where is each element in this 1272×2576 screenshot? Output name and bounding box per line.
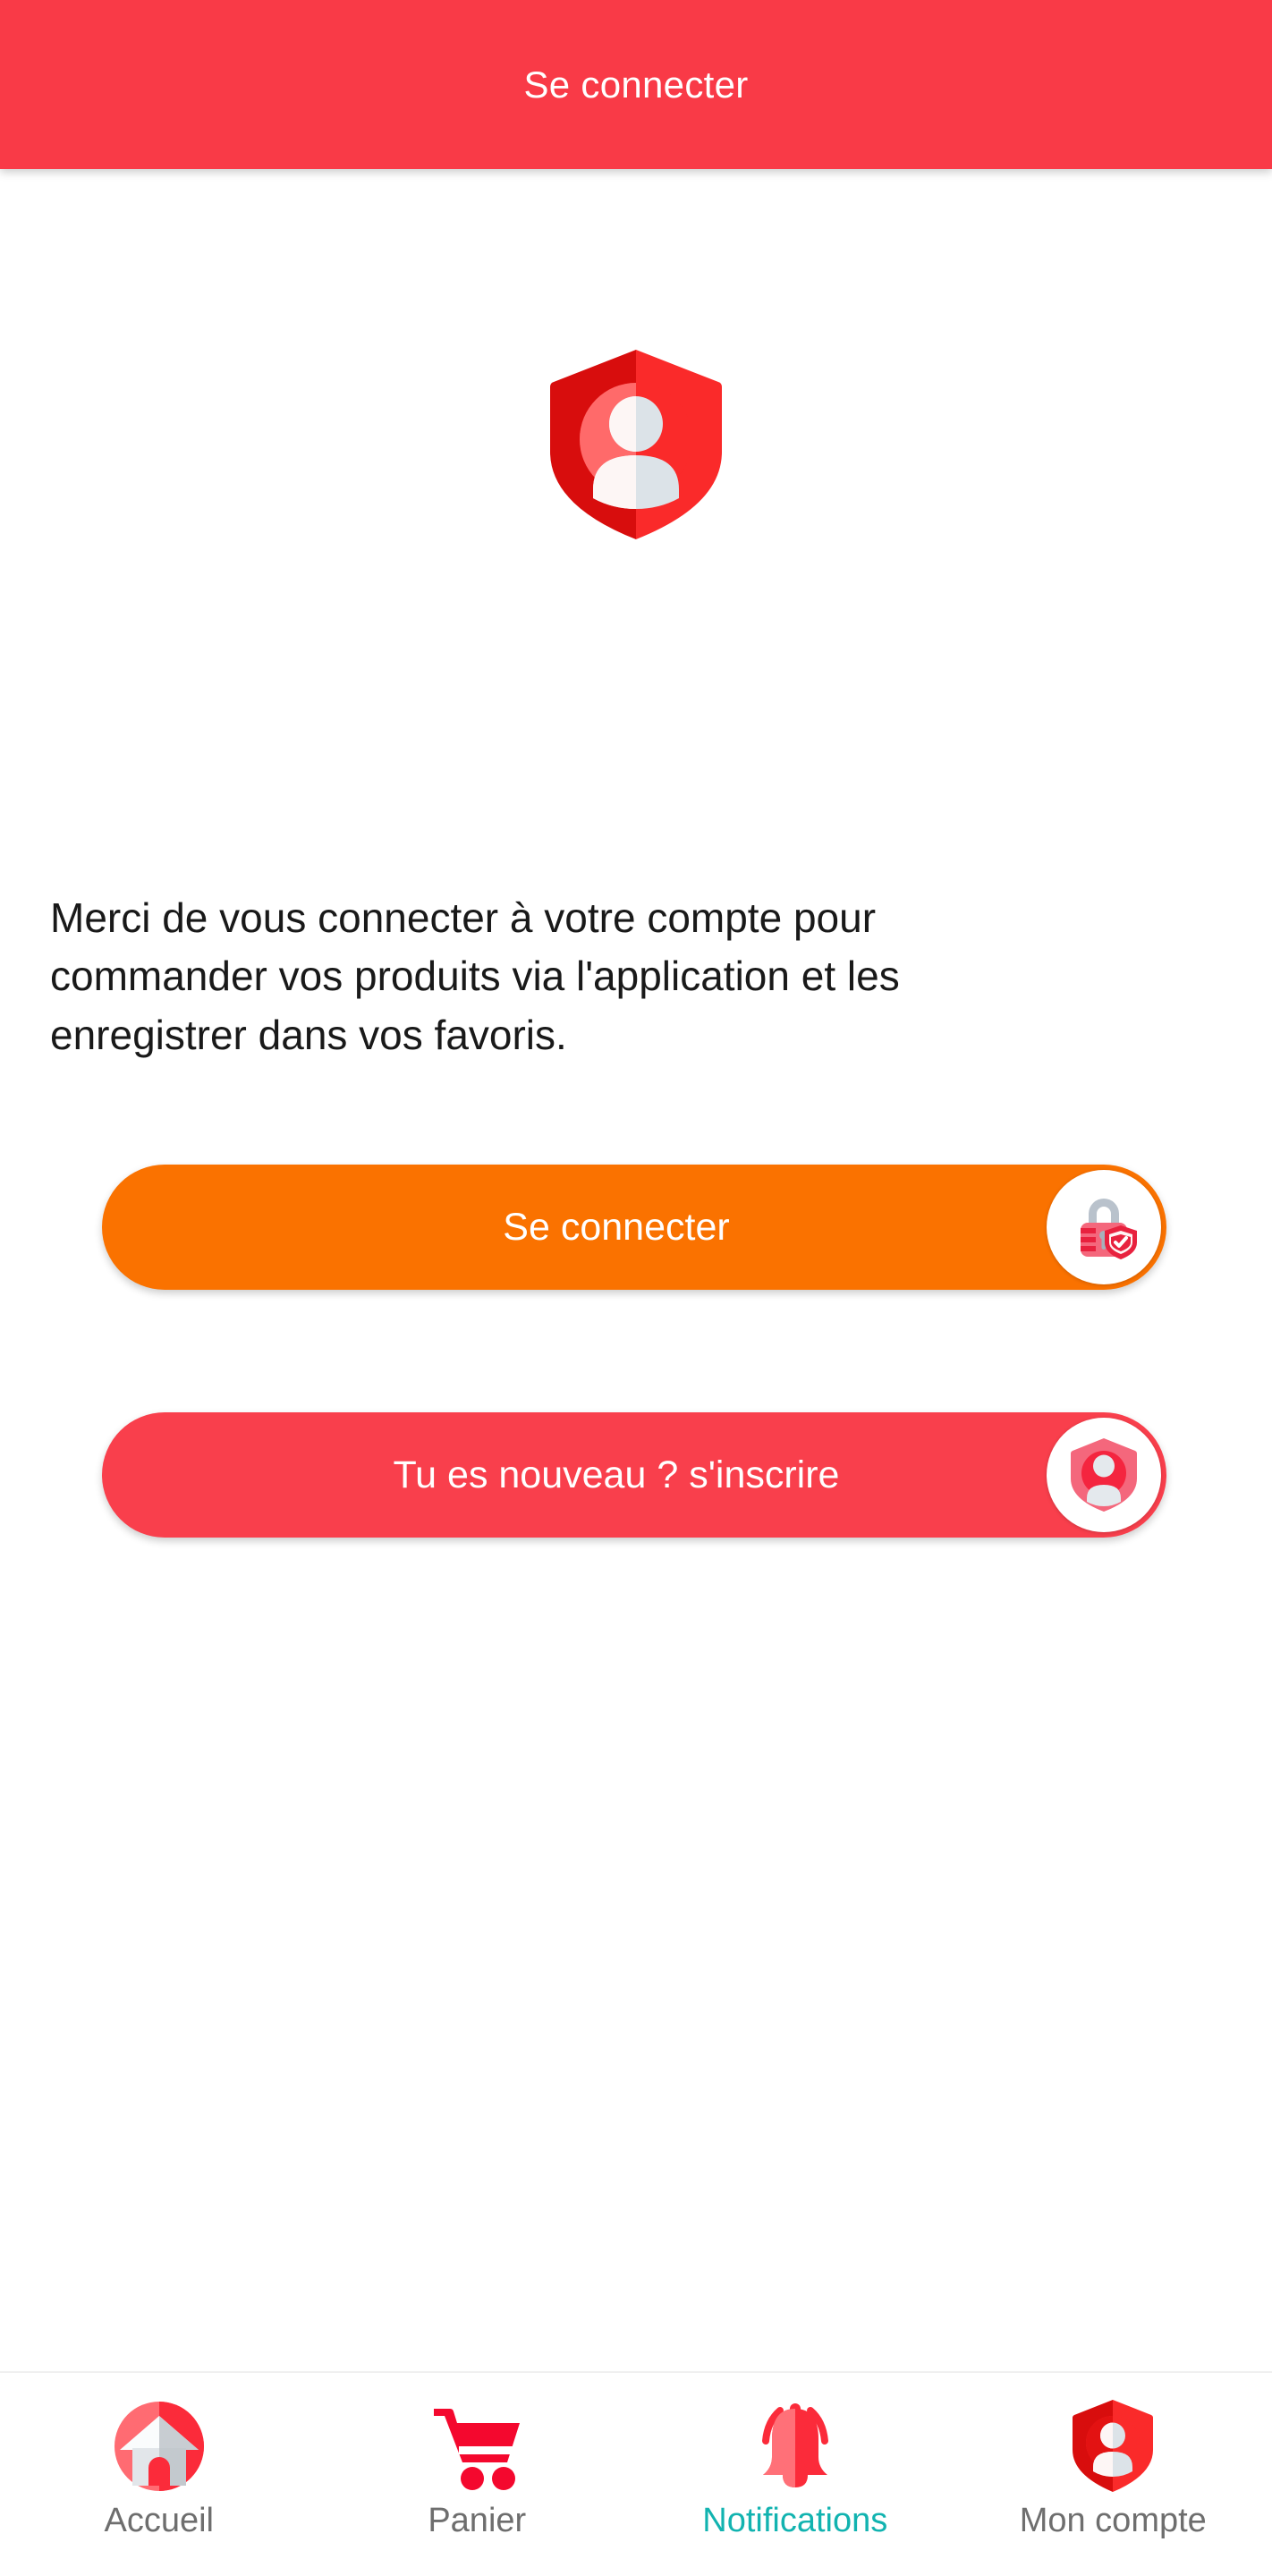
shield-person-icon bbox=[550, 350, 722, 539]
nav-item-mon-compte[interactable]: Mon compte bbox=[954, 2373, 1272, 2576]
nav-label-notifications: Notifications bbox=[702, 2502, 888, 2539]
nav-item-notifications[interactable]: Notifications bbox=[636, 2373, 954, 2576]
signup-button-label: Tu es nouveau ? s'inscrire bbox=[393, 1453, 840, 1496]
padlock-shield-check-icon bbox=[1081, 1199, 1137, 1259]
nav-label-panier: Panier bbox=[428, 2502, 527, 2539]
shield-person-icon bbox=[1071, 2396, 1155, 2496]
home-circle-icon bbox=[113, 2396, 206, 2496]
nav-label-mon-compte: Mon compte bbox=[1019, 2502, 1207, 2539]
signup-button-badge bbox=[1047, 1418, 1161, 1532]
nav-item-panier[interactable]: Panier bbox=[318, 2373, 637, 2576]
nav-label-accueil: Accueil bbox=[104, 2502, 215, 2539]
signin-button[interactable]: Se connecter bbox=[102, 1165, 1166, 1290]
app-header: Se connecter bbox=[0, 0, 1272, 169]
nav-item-accueil[interactable]: Accueil bbox=[0, 2373, 318, 2576]
intro-paragraph: Merci de vous connecter à votre compte p… bbox=[50, 894, 900, 1058]
signup-button[interactable]: Tu es nouveau ? s'inscrire bbox=[102, 1412, 1166, 1538]
signin-button-label: Se connecter bbox=[503, 1205, 730, 1249]
signin-button-badge bbox=[1047, 1170, 1161, 1284]
shopping-cart-icon bbox=[430, 2396, 523, 2496]
hero-illustration bbox=[0, 346, 1272, 543]
bottom-navigation-bar: Accueil Panier Notifications Mon compte bbox=[0, 2371, 1272, 2576]
shield-person-icon bbox=[1071, 1438, 1137, 1512]
page-title: Se connecter bbox=[523, 63, 749, 106]
page-content: Merci de vous connecter à votre compte p… bbox=[0, 169, 1272, 2373]
bell-icon bbox=[746, 2396, 844, 2496]
